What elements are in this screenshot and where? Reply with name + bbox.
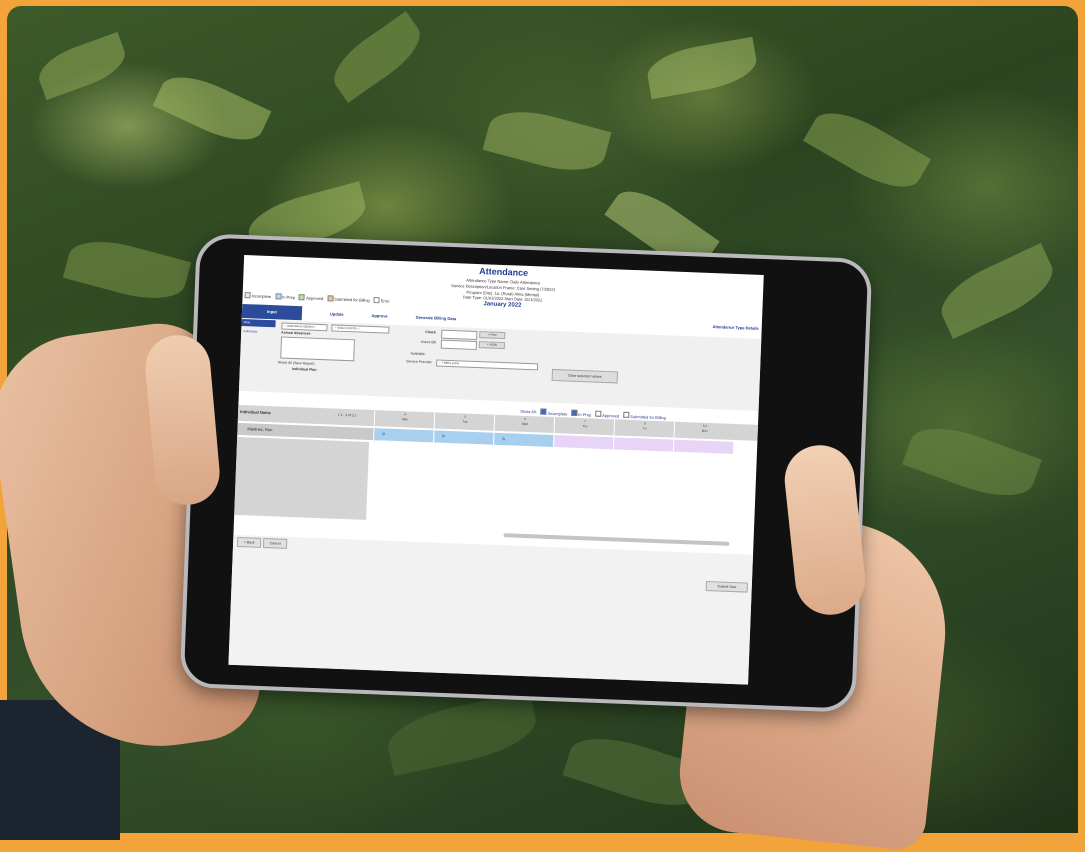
day-header: 8 Fri <box>613 419 676 439</box>
day-name: Mon <box>701 428 708 433</box>
attendance-cell[interactable]: A <box>493 432 554 448</box>
day-header: 4 Mon <box>373 410 436 430</box>
tablet-screen: Attendance Attendance Type Name: Daily A… <box>228 255 764 685</box>
leaf <box>32 31 132 101</box>
legend-label: Error <box>380 297 390 304</box>
clear-selected-button[interactable]: Clear selected values <box>551 368 618 384</box>
day-name: Mon <box>401 417 408 422</box>
legend-label: Approved <box>305 294 324 301</box>
day-name: Thu <box>582 424 588 429</box>
hours-label: Hours Bill <box>420 339 437 345</box>
day-header: 6 Wed <box>493 414 556 435</box>
legend-label: Incomplete <box>251 292 272 299</box>
view-header[interactable]: View <box>241 318 276 328</box>
horizontal-scrollbar[interactable] <box>503 533 730 546</box>
reset-label: Reset All (Save Report) <box>277 360 315 366</box>
tab-update[interactable]: Update <box>316 307 358 323</box>
day-header: 9-1 Mon <box>673 421 736 441</box>
leaf <box>482 101 612 181</box>
legend-swatch <box>275 293 282 300</box>
attendance-cell[interactable]: P <box>433 430 494 445</box>
leaf <box>152 64 272 153</box>
day-name: Tue <box>462 419 468 424</box>
tablet: Attendance Attendance Type Name: Daily A… <box>179 233 873 713</box>
legend-item: Incomplete <box>244 292 272 299</box>
leaf <box>902 415 1042 509</box>
attendance-cell[interactable] <box>612 437 674 452</box>
submit-button[interactable]: Submit Now <box>705 580 748 593</box>
day-header: 7 Thu <box>553 417 616 437</box>
legend-item: Approved <box>298 294 324 301</box>
service-provider-label: Service Provider <box>406 359 432 365</box>
cancel-button[interactable]: Cancel <box>262 537 288 549</box>
individuals-link[interactable]: Individuals <box>243 329 257 334</box>
legend-item: Error <box>373 297 390 304</box>
legend-swatch <box>327 295 334 302</box>
record-count: ( 1 - 1 of 1 ) <box>338 412 357 418</box>
legend-label: In Prep <box>282 294 296 300</box>
annual-absences-label: Annual Absences <box>281 330 311 336</box>
legend-swatch <box>373 297 380 304</box>
attendance-cell[interactable] <box>672 439 734 454</box>
back-button[interactable]: < Back <box>236 536 262 548</box>
footer-area <box>228 534 754 685</box>
leaf <box>62 231 192 309</box>
available-label: Available: <box>410 351 426 357</box>
individual-name-header: Individual Name <box>240 408 271 416</box>
checkbox[interactable] <box>571 409 578 416</box>
attendance-cell[interactable]: P <box>373 428 434 443</box>
leaf <box>644 36 760 100</box>
service-provider-select[interactable]: -- TIMES (024) <box>436 359 539 371</box>
day-header: 5 Tue <box>433 412 496 432</box>
legend-swatch <box>244 292 251 299</box>
filter-incomplete[interactable]: Incomplete <box>540 408 568 417</box>
hours-input[interactable] <box>440 339 478 351</box>
legend-label: Submitted for Billing <box>334 296 370 303</box>
annual-absences-input[interactable] <box>280 336 356 362</box>
check-label: Check <box>425 330 436 335</box>
names-column <box>234 436 370 520</box>
legend-item: In Prep <box>275 293 295 300</box>
attendance-cell[interactable] <box>553 435 614 450</box>
tab-generate-billing[interactable]: Generate Billing Data <box>401 310 470 327</box>
filter-label: In Prep <box>578 411 592 418</box>
check-input[interactable] <box>441 329 478 341</box>
tab-approve[interactable]: Approve <box>357 308 402 324</box>
legend-swatch <box>298 294 306 301</box>
checkbox[interactable] <box>623 411 630 418</box>
tab-input[interactable]: Input <box>241 303 303 321</box>
now-button[interactable]: + NOW <box>478 341 506 350</box>
day-name: Fri <box>642 426 647 431</box>
leaf <box>803 99 931 201</box>
leaf <box>382 691 542 776</box>
show-all-label: Show All: <box>520 408 537 415</box>
legend-item: Submitted for Billing <box>327 295 370 303</box>
checkbox[interactable] <box>540 408 547 415</box>
filter-approved[interactable]: Approved <box>595 410 620 419</box>
filter-in-prep[interactable]: In Prep <box>571 409 592 418</box>
checkbox[interactable] <box>595 410 602 417</box>
leaf <box>932 242 1062 340</box>
individual-plan-label: Individual Plan <box>291 366 317 372</box>
filter-label: Incomplete <box>547 410 568 417</box>
add-row-button[interactable]: + Row <box>479 331 506 340</box>
unit-select[interactable]: -- Select Unit Pts -- <box>331 324 390 334</box>
day-name: Wed <box>521 421 529 427</box>
leaf <box>323 11 431 103</box>
filter-label: Approved <box>602 412 620 419</box>
